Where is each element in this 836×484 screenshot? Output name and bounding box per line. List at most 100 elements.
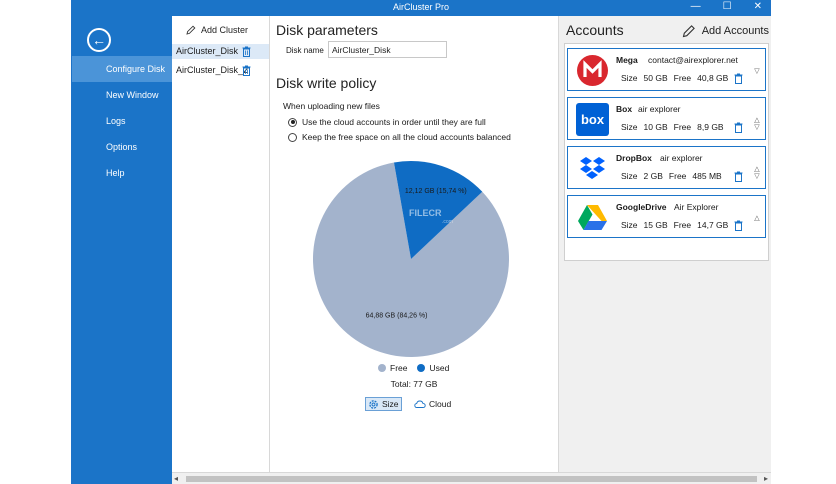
- scrollbar-thumb[interactable]: [186, 476, 757, 482]
- move-up-icon[interactable]: △: [752, 166, 762, 173]
- size-label: Size: [621, 73, 638, 83]
- move-down-icon[interactable]: ▽: [752, 124, 762, 131]
- legend-free-swatch: [378, 364, 386, 372]
- dropbox-logo-icon: [580, 157, 605, 179]
- account-card-box[interactable]: box Box air explorer Size 10 GB Free 8,9…: [567, 97, 766, 140]
- cluster-item-label: AirCluster_Disk_2: [176, 65, 249, 75]
- account-space-info: Size 15 GB Free 14,7 GB: [621, 220, 728, 230]
- title-bar[interactable]: AirCluster Pro — ☐ ✕: [72, 0, 770, 16]
- disk-parameters-heading: Disk parameters: [276, 22, 378, 38]
- sidebar-item-new-window[interactable]: New Window: [72, 82, 172, 108]
- cluster-item-label: AirCluster_Disk: [176, 46, 239, 56]
- free-value: 14,7 GB: [697, 220, 729, 230]
- horizontal-scrollbar[interactable]: ◂ ▸: [172, 472, 771, 484]
- legend-free-label: Free: [390, 363, 408, 373]
- size-value: 10 GB: [643, 122, 668, 132]
- move-up-icon[interactable]: △: [752, 117, 762, 124]
- account-email: contact@airexplorer.net: [648, 55, 738, 65]
- sidebar-item-configure-disk[interactable]: Configure Disk: [72, 56, 172, 82]
- mega-logo-icon: [577, 55, 608, 86]
- size-value: 2 GB: [643, 171, 663, 181]
- free-label: Free: [673, 220, 692, 230]
- move-up-icon[interactable]: △: [752, 215, 762, 222]
- move-down-icon[interactable]: ▽: [752, 173, 762, 180]
- size-label: Size: [621, 220, 638, 230]
- reorder-arrows[interactable]: △: [752, 215, 762, 222]
- radio-button[interactable]: [288, 117, 297, 127]
- accounts-list: Mega contact@airexplorer.net Size 50 GB …: [564, 43, 769, 261]
- trash-icon[interactable]: [734, 73, 743, 84]
- reorder-arrows[interactable]: △ ▽: [752, 166, 762, 180]
- account-email: air explorer: [638, 104, 681, 114]
- add-accounts-button[interactable]: Add Accounts: [682, 24, 769, 38]
- scroll-left-icon[interactable]: ◂: [174, 474, 178, 483]
- radio-button[interactable]: [288, 132, 297, 142]
- arrow-left-icon: ←: [92, 32, 106, 48]
- size-label: Size: [621, 171, 638, 181]
- view-cloud-label: Cloud: [429, 399, 452, 409]
- trash-icon[interactable]: [734, 122, 743, 133]
- svg-text:box: box: [581, 112, 605, 127]
- account-email: Air Explorer: [674, 202, 719, 212]
- free-value: 40,8 GB: [697, 73, 729, 83]
- radio-balanced-option[interactable]: Keep the free space on all the cloud acc…: [288, 132, 511, 142]
- size-label: Size: [621, 122, 638, 132]
- account-name: GoogleDrive: [616, 202, 667, 212]
- trash-icon[interactable]: [734, 171, 743, 182]
- size-gear-icon: [369, 399, 378, 409]
- accounts-panel: Accounts Add Accounts Mega contact@airex…: [558, 16, 771, 472]
- move-down-icon[interactable]: ▽: [752, 68, 762, 75]
- view-size-label: Size: [382, 399, 399, 409]
- sidebar-nav: Configure Disk New Window Logs Options H…: [72, 56, 172, 186]
- minimize-button[interactable]: —: [691, 1, 701, 12]
- app-window: AirCluster Pro — ☐ ✕ ← Configure Disk Ne…: [71, 0, 771, 484]
- size-value: 15 GB: [643, 220, 668, 230]
- account-card-mega[interactable]: Mega contact@airexplorer.net Size 50 GB …: [567, 48, 766, 91]
- space-usage-pie-chart: 12,12 GB (15,74 %) 64,88 GB (84,26 %) FI…: [312, 161, 509, 358]
- trash-icon[interactable]: [242, 46, 251, 57]
- cluster-item[interactable]: AirCluster_Disk: [172, 44, 269, 59]
- close-button[interactable]: ✕: [754, 1, 762, 12]
- account-space-info: Size 10 GB Free 8,9 GB: [621, 122, 724, 132]
- accounts-heading: Accounts: [566, 22, 624, 38]
- add-cluster-button[interactable]: Add Cluster: [186, 25, 248, 35]
- reorder-arrows[interactable]: △ ▽: [752, 117, 762, 131]
- window-title: AirCluster Pro: [392, 2, 449, 12]
- window-controls: — ☐ ✕: [691, 1, 762, 12]
- account-space-info: Size 2 GB Free 485 MB: [621, 171, 722, 181]
- reorder-arrows[interactable]: ▽: [752, 68, 762, 75]
- view-cloud-toggle[interactable]: Cloud: [412, 397, 453, 411]
- free-value: 485 MB: [692, 171, 722, 181]
- free-label: Free: [673, 73, 692, 83]
- account-card-google-drive[interactable]: GoogleDrive Air Explorer Size 15 GB Free…: [567, 195, 766, 238]
- disk-name-input[interactable]: [328, 41, 447, 58]
- view-size-toggle[interactable]: Size: [365, 397, 402, 411]
- trash-icon[interactable]: [734, 220, 743, 231]
- pie-label-free: 64,88 GB (84,26 %): [366, 313, 428, 320]
- total-size-label: Total: 77 GB: [390, 379, 438, 389]
- back-button[interactable]: ←: [87, 28, 111, 52]
- cluster-item[interactable]: AirCluster_Disk_2: [172, 63, 269, 78]
- account-email: air explorer: [660, 153, 703, 163]
- scroll-right-icon[interactable]: ▸: [764, 474, 768, 483]
- legend-item-free: Free: [378, 363, 407, 373]
- sidebar-item-logs[interactable]: Logs: [72, 108, 172, 134]
- radio-label: Use the cloud accounts in order until th…: [302, 117, 486, 127]
- upload-policy-label: When uploading new files: [283, 101, 380, 111]
- account-space-info: Size 50 GB Free 40,8 GB: [621, 73, 728, 83]
- watermark-subtext: .com: [442, 219, 453, 225]
- maximize-button[interactable]: ☐: [723, 1, 732, 12]
- watermark-text: FILECR: [409, 208, 442, 218]
- radio-label: Keep the free space on all the cloud acc…: [302, 132, 511, 142]
- account-name: Box: [616, 104, 633, 114]
- sidebar-item-help[interactable]: Help: [72, 160, 172, 186]
- account-name: Mega: [616, 55, 638, 65]
- add-accounts-label: Add Accounts: [701, 25, 769, 37]
- account-card-dropbox[interactable]: DropBox air explorer Size 2 GB Free 485 …: [567, 146, 766, 189]
- sidebar-item-options[interactable]: Options: [72, 134, 172, 160]
- radio-sequential-option[interactable]: Use the cloud accounts in order until th…: [288, 117, 486, 127]
- free-label: Free: [673, 122, 692, 132]
- chart-legend: Free Used: [378, 363, 449, 373]
- trash-icon[interactable]: [242, 65, 251, 76]
- free-label: Free: [668, 171, 687, 181]
